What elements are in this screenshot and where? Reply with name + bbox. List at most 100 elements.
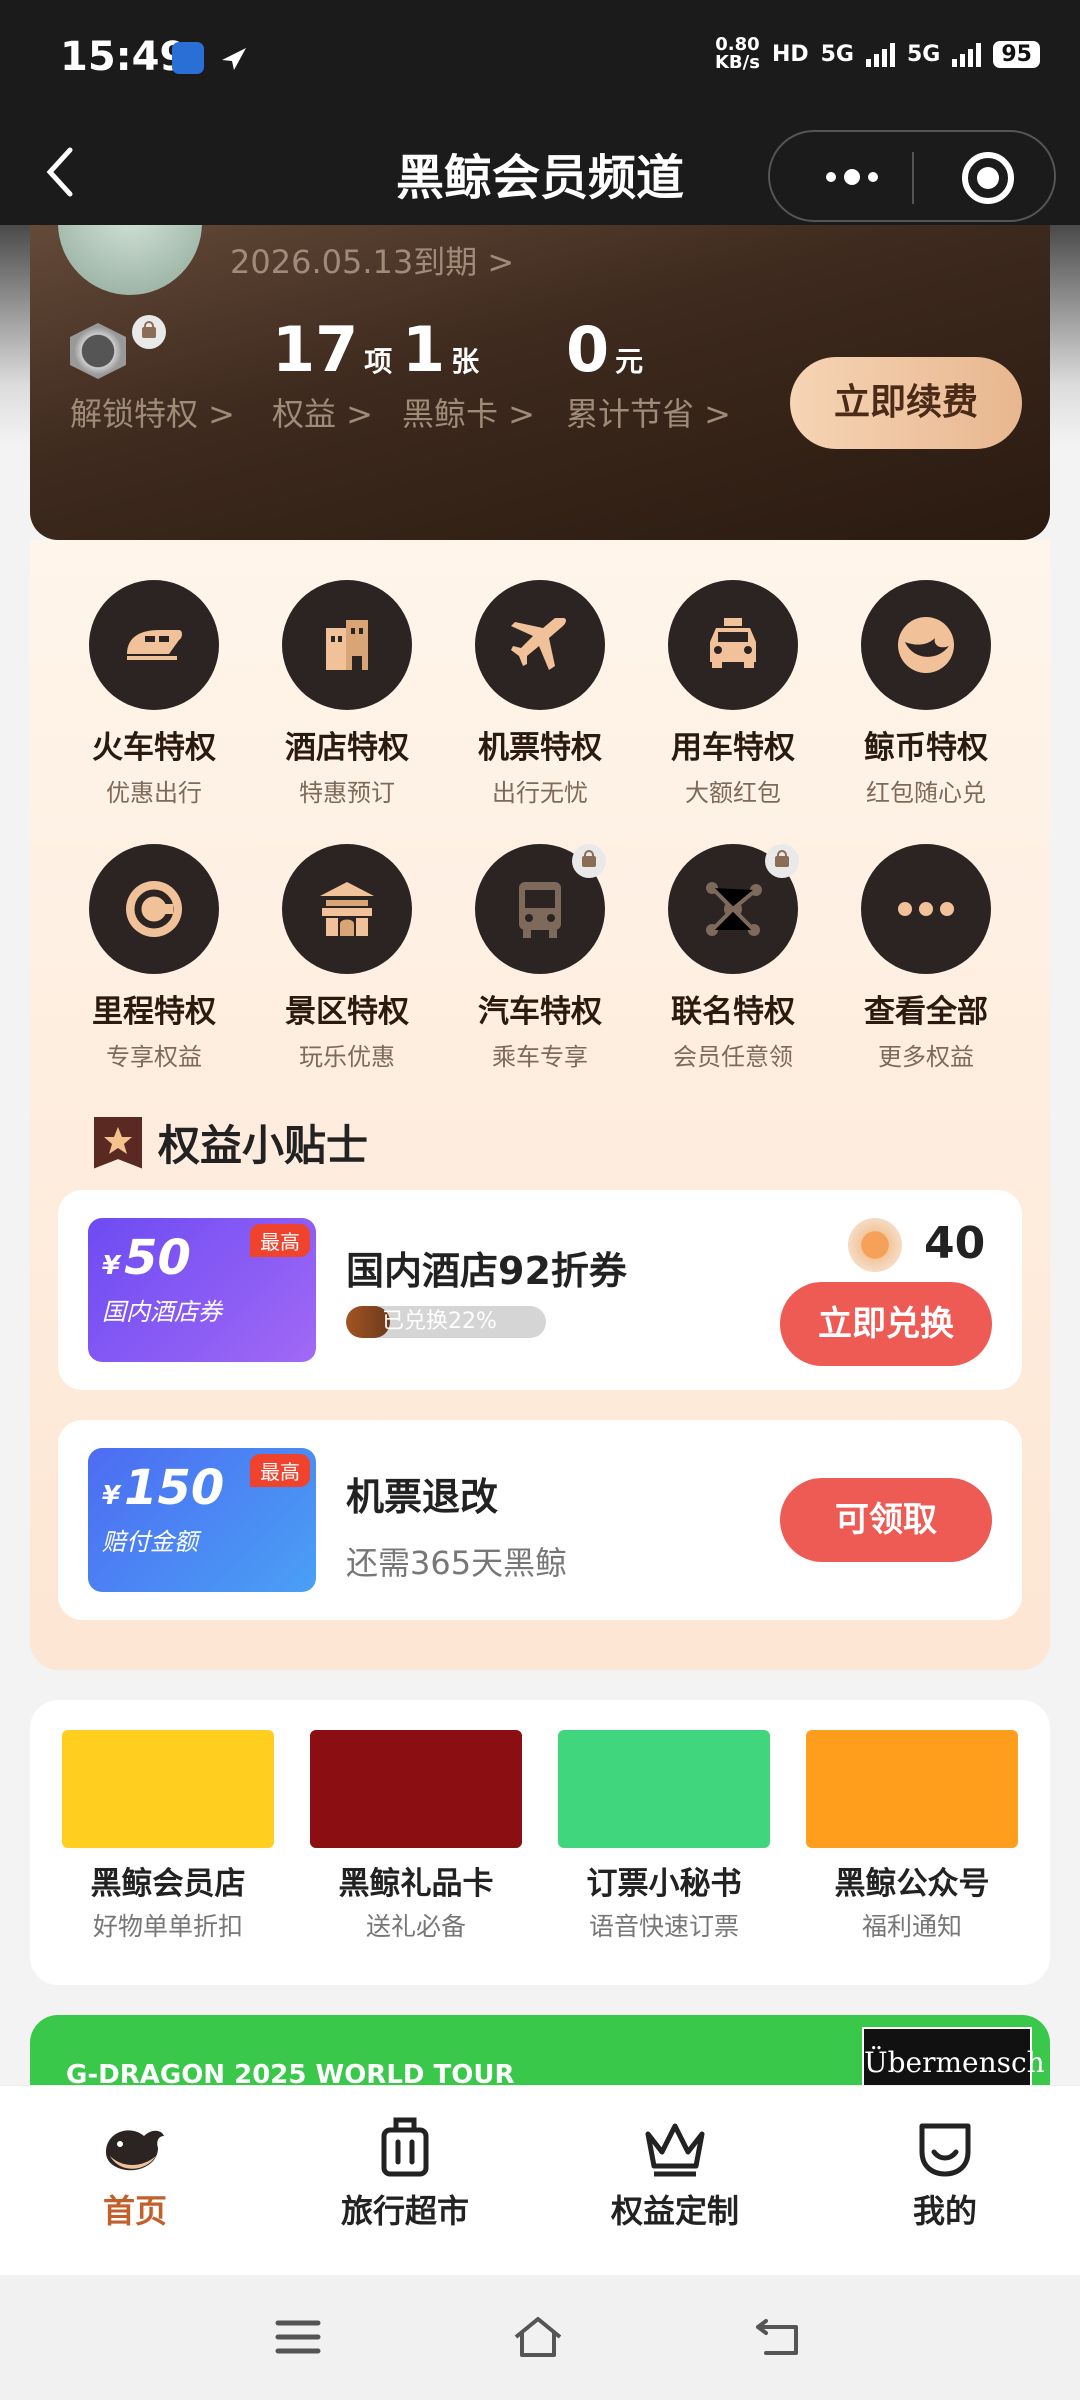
privilege-title: 火车特权 xyxy=(92,730,216,766)
whale-coin-icon xyxy=(848,1218,902,1272)
network-type-2: 5G xyxy=(907,41,941,67)
privilege-item[interactable]: 里程特权 专享权益 xyxy=(58,844,251,1072)
service-item[interactable]: 黑鲸礼品卡 送礼必备 xyxy=(310,1730,522,1985)
privilege-item[interactable]: 联名特权 会员任意领 xyxy=(637,844,830,1072)
main-content[interactable]: 2026.05.13到期 > 解锁特权 > 17 项 权益 > 1张 黑鲸卡 > … xyxy=(0,225,1080,2085)
tab-item[interactable]: 我的 xyxy=(845,2112,1045,2275)
privilege-title: 酒店特权 xyxy=(285,730,409,766)
service-image xyxy=(558,1730,770,1848)
redeem-now-button[interactable]: 立即兑换 xyxy=(780,1282,992,1366)
privilege-item[interactable]: 景区特权 玩乐优惠 xyxy=(251,844,444,1072)
tip-card-flight[interactable]: 最高 ¥150 赔付金额 机票退改 还需365天黑鲸 可领取 xyxy=(58,1420,1022,1620)
stat-total-savings[interactable]: 0元 累计节省 > xyxy=(566,315,731,435)
privilege-item[interactable]: 用车特权 大额红包 xyxy=(637,580,830,808)
privilege-icon-circle xyxy=(89,844,219,974)
battery-indicator: 95 xyxy=(993,40,1040,68)
privilege-title: 机票特权 xyxy=(478,730,602,766)
stat-privileges[interactable]: 17 项 权益 > xyxy=(272,315,392,435)
privilege-title: 用车特权 xyxy=(671,730,795,766)
close-mini-program-button[interactable] xyxy=(962,152,1014,204)
privilege-item[interactable]: 汽车特权 乘车专享 xyxy=(444,844,637,1072)
home-icon xyxy=(514,2317,562,2357)
service-title: 黑鲸礼品卡 xyxy=(338,1866,494,1902)
network-speed: 0.80 KB/s xyxy=(714,34,760,73)
signal-icon xyxy=(866,41,895,67)
privilege-title: 联名特权 xyxy=(671,994,795,1030)
service-subtitle: 语音快速订票 xyxy=(588,1912,739,1941)
service-subtitle: 好物单单折扣 xyxy=(92,1912,243,1941)
privilege-item[interactable]: 机票特权 出行无忧 xyxy=(444,580,637,808)
tab-label: 旅行超市 xyxy=(340,2192,469,2230)
privilege-subtitle: 特惠预订 xyxy=(299,779,395,807)
promo-banner[interactable]: G-DRAGON 2025 WORLD TOUR Übermensch xyxy=(30,2015,1050,2085)
renew-button[interactable]: 立即续费 xyxy=(790,357,1022,449)
membership-expiry[interactable]: 2026.05.13到期 > xyxy=(230,237,514,283)
bus-icon xyxy=(519,882,561,938)
back-arrow-icon xyxy=(756,2319,798,2355)
privilege-item[interactable]: 鲸币特权 红包随心兑 xyxy=(830,580,1023,808)
coupon-image: 最高 ¥150 赔付金额 xyxy=(88,1448,316,1592)
service-image xyxy=(806,1730,1018,1848)
claim-button[interactable]: 可领取 xyxy=(780,1478,992,1562)
service-title: 黑鲸会员店 xyxy=(90,1866,246,1902)
tab-item[interactable]: 旅行超市 xyxy=(305,2112,505,2275)
privilege-subtitle: 专享权益 xyxy=(106,1043,202,1071)
privilege-subtitle: 出行无忧 xyxy=(492,779,588,807)
more-menu-button[interactable] xyxy=(812,162,892,192)
banner-text: G-DRAGON 2025 WORLD TOUR xyxy=(66,2060,515,2085)
tab-icon xyxy=(370,2112,440,2182)
privilege-item[interactable]: 查看全部 更多权益 xyxy=(830,844,1023,1072)
service-item[interactable]: 订票小秘书语音快速订票 xyxy=(558,1730,770,1985)
back-nav-button[interactable] xyxy=(752,2315,804,2359)
tab-item[interactable]: 首页 xyxy=(35,2112,235,2275)
location-arrow-icon xyxy=(218,42,250,74)
hd-indicator: HD xyxy=(771,41,809,67)
star-bookmark-icon xyxy=(94,1116,142,1169)
coupon-image: 最高 ¥50 国内酒店券 xyxy=(88,1218,316,1362)
privilege-icon-circle xyxy=(475,580,605,710)
privilege-icon-circle xyxy=(861,580,991,710)
tab-item[interactable]: 权益定制 xyxy=(575,2112,775,2275)
signal-icon xyxy=(952,41,982,67)
tip-title: 国内酒店92折券 xyxy=(346,1249,627,1293)
service-item[interactable]: 黑鲸会员店好物单单折扣 xyxy=(62,1730,274,1985)
more-icon xyxy=(898,902,954,916)
hotel-icon xyxy=(326,620,368,670)
lock-icon xyxy=(132,315,166,349)
privilege-title: 查看全部 xyxy=(864,994,988,1030)
unlock-badge-icon xyxy=(70,323,126,379)
nav-bar: 黑鲸会员频道 xyxy=(0,120,1080,225)
smile-profile-icon xyxy=(919,2123,971,2177)
service-title: 订票小秘书 xyxy=(586,1866,742,1902)
lock-icon xyxy=(764,844,799,878)
taxi-icon xyxy=(710,618,756,668)
unlock-privileges[interactable]: 解锁特权 > xyxy=(70,315,235,435)
service-item[interactable]: 黑鲸公众号 福利通知 xyxy=(806,1730,1018,1985)
privilege-title: 汽车特权 xyxy=(478,994,602,1030)
tip-subtitle: 还需365天黑鲸 xyxy=(346,1544,568,1582)
privilege-icon-circle xyxy=(89,580,219,710)
menu-icon xyxy=(275,2320,321,2354)
mileage-icon xyxy=(126,881,182,937)
menu-nav-button[interactable] xyxy=(272,2315,324,2359)
avatar[interactable] xyxy=(58,225,202,295)
services-row: 黑鲸会员店 好物单单折扣 黑鲸礼品卡 送礼必备 订票小秘书 语音快速订票 黑鲸公众号 福利通知 xyxy=(30,1700,1050,1985)
whale-home-icon xyxy=(106,2130,164,2171)
crown-icon xyxy=(645,2123,705,2177)
stat-whale-cards[interactable]: 1张 黑鲸卡 > xyxy=(402,315,535,435)
privilege-title: 鲸币特权 xyxy=(864,730,988,766)
service-image xyxy=(62,1730,274,1848)
tab-label: 我的 xyxy=(912,2192,977,2230)
privilege-item[interactable]: 酒店特权 特惠预订 xyxy=(251,580,444,808)
tip-card-hotel[interactable]: 最高 ¥50 国内酒店券 国内酒店92折券 已兑换22% 40 立即兑换 xyxy=(58,1190,1022,1390)
tab-icon xyxy=(640,2112,710,2182)
tab-label: 权益定制 xyxy=(610,2192,739,2230)
capsule-divider xyxy=(912,152,914,204)
privilege-item[interactable]: 火车特权 优惠出行 xyxy=(58,580,251,808)
privilege-title: 景区特权 xyxy=(285,994,409,1030)
service-title: 黑鲸公众号 xyxy=(834,1866,990,1902)
service-subtitle: 福利通知 xyxy=(861,1912,962,1941)
home-nav-button[interactable] xyxy=(512,2315,564,2359)
privilege-icon-circle xyxy=(861,844,991,974)
privilege-subtitle: 优惠出行 xyxy=(106,779,202,807)
